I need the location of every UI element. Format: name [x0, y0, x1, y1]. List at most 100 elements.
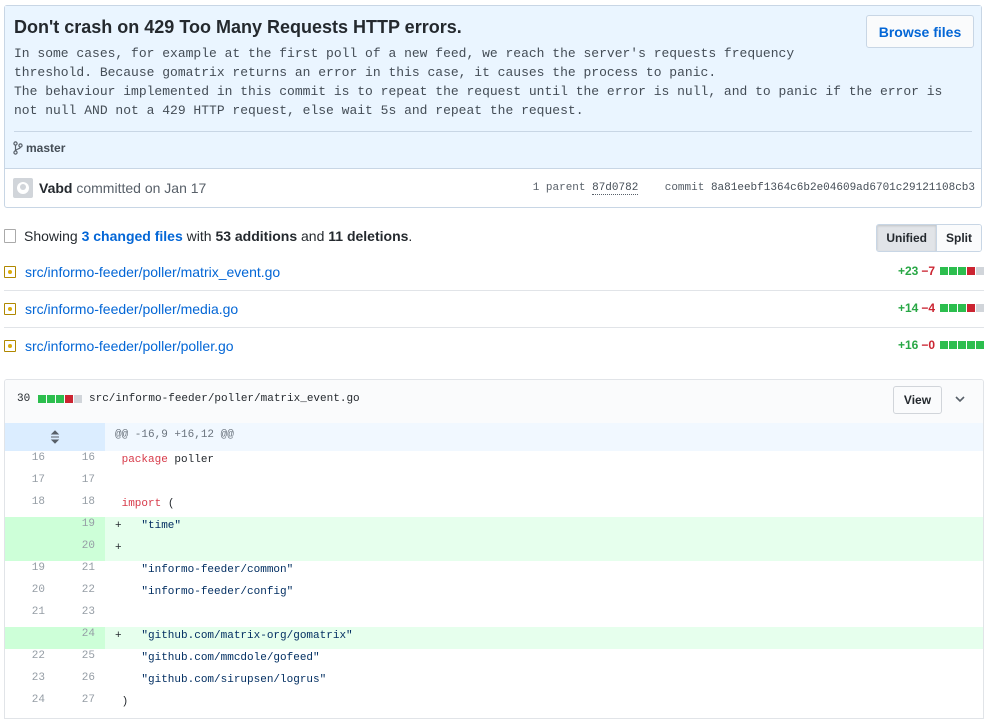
new-line-number[interactable]: 21	[55, 561, 105, 583]
author-line: Vabd committed on Jan 17	[39, 180, 206, 196]
file-stats: +16 −0	[898, 338, 984, 352]
new-line-number[interactable]: 18	[55, 495, 105, 517]
commit-description: In some cases, for example at the first …	[14, 46, 943, 118]
commit-title: Don't crash on 429 Too Many Requests HTT…	[14, 17, 462, 37]
code-line: "github.com/sirupsen/logrus"	[141, 674, 327, 686]
old-line-number[interactable]: 24	[5, 693, 55, 715]
code-line: +	[115, 542, 122, 554]
diff-line: 18 18 import (	[5, 495, 983, 517]
commit-meta: 1 parent 87d0782 commit 8a81eebf1364c6b2…	[532, 182, 975, 195]
diff-lines: @@ -16,9 +16,12 @@ 16 16 package poller 17…	[5, 423, 983, 715]
summary-with: with	[186, 228, 212, 244]
code-line: import (	[121, 498, 175, 510]
hunk-text: @@ -16,9 +16,12 @@	[115, 429, 234, 441]
file-link[interactable]: src/informo-feeder/poller/matrix_event.g…	[25, 264, 280, 280]
diffstat-blocks	[38, 395, 82, 403]
file-stats: +23 −7	[898, 264, 984, 278]
divider	[14, 131, 972, 132]
author-name[interactable]: Vabd	[39, 180, 72, 196]
list-item: src/informo-feeder/poller/matrix_event.g…	[4, 254, 984, 291]
summary-showing: Showing	[24, 228, 78, 244]
diff-file-path[interactable]: src/informo-feeder/poller/matrix_event.g…	[89, 393, 360, 405]
additions: +23	[897, 264, 919, 278]
file-diff-icon	[4, 229, 16, 243]
diff-line-added: 20 +	[5, 539, 983, 561]
deletions: −4	[921, 301, 935, 315]
diff-line: 22 25 "github.com/mmcdole/gofeed"	[5, 649, 983, 671]
old-line-number[interactable]: 19	[5, 561, 55, 583]
new-line-number[interactable]: 23	[55, 605, 105, 627]
github-avatar-icon	[17, 182, 29, 194]
old-line-number[interactable]: 18	[5, 495, 55, 517]
parent-label: 1 parent	[532, 182, 586, 194]
diff-line-added: 19 + "time"	[5, 517, 983, 539]
old-line-number[interactable]: 21	[5, 605, 55, 627]
new-line-number[interactable]: 20	[55, 539, 105, 561]
browse-files-button[interactable]: Browse files	[866, 15, 974, 48]
code-line: "github.com/mmcdole/gofeed"	[141, 652, 320, 664]
changed-files-link[interactable]: 3 changed files	[82, 228, 183, 244]
commit-author-row: Vabd committed on Jan 17 1 parent 87d078…	[5, 169, 981, 207]
split-button[interactable]: Split	[937, 225, 981, 251]
expand-icon[interactable]	[5, 423, 105, 451]
commit-sha: 8a81eebf1364c6b2e04609ad6701c29121108cb3	[710, 182, 975, 194]
diff-summary: Showing 3 changed files with 53 addition…	[4, 224, 982, 255]
new-line-number[interactable]: 27	[55, 693, 105, 715]
file-diff-header: 30 src/informo-feeder/poller/matrix_even…	[5, 380, 983, 424]
diffstat-blocks	[940, 267, 984, 275]
new-line-number[interactable]: 19	[55, 517, 105, 539]
branch-name: master	[26, 141, 66, 155]
new-line-number[interactable]: 24	[55, 627, 105, 649]
summary-text: Showing 3 changed files with 53 addition…	[24, 228, 412, 244]
summary-period: .	[408, 228, 413, 244]
old-line-number[interactable]: 22	[5, 649, 55, 671]
commit-label: commit	[664, 182, 705, 194]
new-line-number[interactable]: 26	[55, 671, 105, 693]
git-branch-icon	[13, 141, 23, 155]
deletions-count: 11 deletions	[328, 228, 409, 244]
old-line-number[interactable]: 16	[5, 451, 55, 473]
additions: +16	[897, 338, 919, 352]
code-line: + "time"	[115, 520, 182, 532]
deletions: −7	[921, 264, 935, 278]
diff-line: 16 16 package poller	[5, 451, 983, 473]
additions: +14	[897, 301, 919, 315]
commit-summary-panel: Don't crash on 429 Too Many Requests HTT…	[5, 6, 981, 169]
list-item: src/informo-feeder/poller/poller.go +16 …	[4, 328, 984, 364]
diffstat-blocks	[940, 341, 984, 349]
code-line: )	[115, 696, 129, 708]
unified-button[interactable]: Unified	[877, 225, 937, 251]
file-diff: 30 src/informo-feeder/poller/matrix_even…	[4, 379, 984, 719]
old-line-number[interactable]	[5, 539, 55, 561]
deletions: −0	[921, 338, 935, 352]
old-line-number[interactable]	[5, 627, 55, 649]
hunk-header: @@ -16,9 +16,12 @@	[5, 423, 983, 451]
file-link[interactable]: src/informo-feeder/poller/media.go	[25, 301, 238, 317]
chevron-down-icon[interactable]	[955, 392, 965, 406]
list-item: src/informo-feeder/poller/media.go +14 −…	[4, 291, 984, 328]
committed-date: committed on Jan 17	[76, 180, 207, 196]
diff-line: 17 17	[5, 473, 983, 495]
view-file-button[interactable]: View	[893, 386, 942, 414]
diff-line: 19 21 "informo-feeder/common"	[5, 561, 983, 583]
old-line-number[interactable]	[5, 517, 55, 539]
diff-line: 23 26 "github.com/sirupsen/logrus"	[5, 671, 983, 693]
new-line-number[interactable]: 22	[55, 583, 105, 605]
file-modified-icon	[4, 340, 16, 352]
changed-file-list: src/informo-feeder/poller/matrix_event.g…	[4, 254, 984, 364]
new-line-number[interactable]: 25	[55, 649, 105, 671]
summary-and: and	[301, 228, 325, 244]
diffstat-blocks	[940, 304, 984, 312]
diff-line: 21 23	[5, 605, 983, 627]
old-line-number[interactable]: 23	[5, 671, 55, 693]
file-stats: +14 −4	[898, 301, 984, 315]
old-line-number[interactable]: 20	[5, 583, 55, 605]
branch-label[interactable]: master	[13, 141, 65, 155]
avatar[interactable]	[13, 178, 33, 198]
parent-sha-link[interactable]: 87d0782	[592, 182, 639, 195]
old-line-number[interactable]: 17	[5, 473, 55, 495]
file-link[interactable]: src/informo-feeder/poller/poller.go	[25, 338, 234, 354]
new-line-number[interactable]: 16	[55, 451, 105, 473]
new-line-number[interactable]: 17	[55, 473, 105, 495]
code-line: "informo-feeder/common"	[141, 564, 294, 576]
